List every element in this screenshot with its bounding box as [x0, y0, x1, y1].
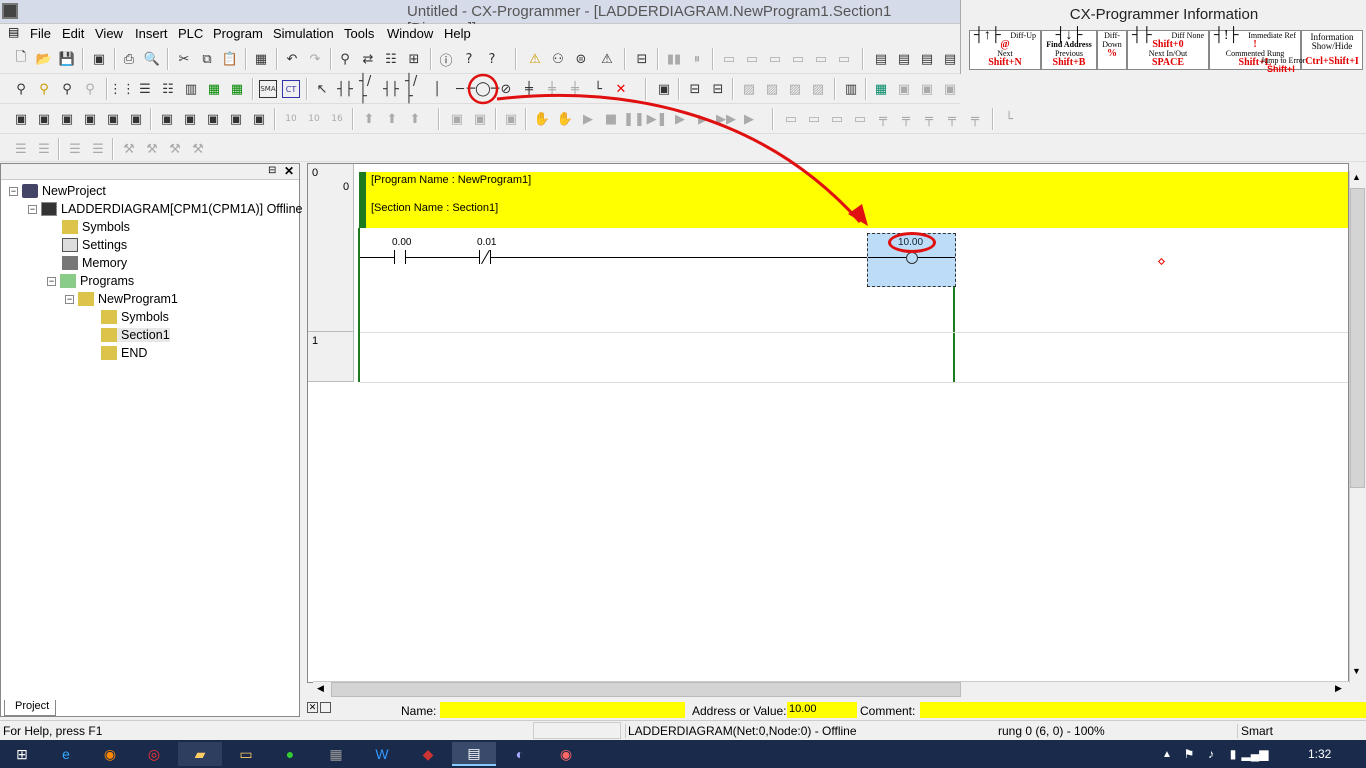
- status-help: For Help, press F1: [3, 724, 103, 738]
- address-label: Address or Value:: [692, 704, 787, 718]
- annotation-overlay: [467, 73, 868, 226]
- scroll-right-icon[interactable]: ▶: [1335, 683, 1342, 694]
- firefox-icon[interactable]: ◉: [88, 742, 132, 766]
- app-c-icon[interactable]: ◆: [406, 742, 450, 766]
- volume-icon[interactable]: ♪: [1200, 742, 1222, 766]
- tray-up-icon[interactable]: ▲: [1156, 742, 1178, 766]
- address-field[interactable]: 10.00: [787, 702, 857, 718]
- scroll-left-icon[interactable]: ◀: [317, 683, 324, 694]
- scroll-down-icon[interactable]: ▼: [1352, 666, 1361, 676]
- line-icon[interactable]: ●: [268, 742, 312, 766]
- close-icon[interactable]: ✕: [307, 702, 318, 713]
- app-e-icon[interactable]: ◉: [544, 742, 588, 766]
- start-icon[interactable]: ⊞: [0, 742, 44, 766]
- status-rung: rung 0 (6, 0) - 100%: [998, 724, 1105, 738]
- vertical-scroll-thumb[interactable]: [1350, 188, 1365, 488]
- chrome-icon[interactable]: ◎: [132, 742, 176, 766]
- comment-label: Comment:: [860, 704, 916, 718]
- annotation-toolbar-circle: [467, 73, 499, 105]
- element-info-bar: ✕ Name: Address or Value: 10.00 Comment:: [307, 700, 1366, 720]
- windows-taskbar: ⊞ e ◉ ◎ ▰ ▭ ● ▦ W ◆ ▤ ◐ ◉ ▲ ⚑ ♪ ▮ ▂▄▆ 1:…: [0, 740, 1366, 768]
- ie-icon[interactable]: e: [44, 742, 88, 766]
- explorer-icon[interactable]: ▭: [224, 742, 268, 766]
- app-b-icon[interactable]: ▦: [314, 742, 358, 766]
- scroll-up-icon[interactable]: ▲: [1352, 172, 1361, 182]
- clock[interactable]: 1:32: [1308, 747, 1331, 761]
- status-pane: [533, 722, 621, 739]
- annotation-arrowhead: [848, 204, 868, 226]
- horizontal-scroll-thumb[interactable]: [331, 682, 961, 697]
- app-a-icon[interactable]: ▰: [178, 742, 222, 766]
- network-icon[interactable]: ▂▄▆: [1242, 742, 1269, 766]
- comment-field[interactable]: [920, 702, 1366, 718]
- app-d-icon[interactable]: ◐: [498, 742, 542, 766]
- vertical-scrollbar[interactable]: ▲ ▼: [1349, 171, 1365, 683]
- status-network: LADDERDIAGRAM(Net:0,Node:0) - Offline: [625, 724, 995, 738]
- word-icon[interactable]: W: [360, 742, 404, 766]
- dock-icon[interactable]: [320, 702, 331, 713]
- annotation-arrow: [496, 94, 862, 223]
- flag-icon[interactable]: ⚑: [1178, 742, 1200, 766]
- status-bar: For Help, press F1 LADDERDIAGRAM(Net:0,N…: [0, 720, 1366, 740]
- horizontal-scrollbar[interactable]: ◀ ▶: [313, 681, 1349, 697]
- status-mode: Smart: [1237, 724, 1302, 738]
- name-label: Name:: [401, 704, 437, 718]
- name-field[interactable]: [440, 702, 685, 718]
- cx-programmer-task-icon[interactable]: ▤: [452, 742, 496, 766]
